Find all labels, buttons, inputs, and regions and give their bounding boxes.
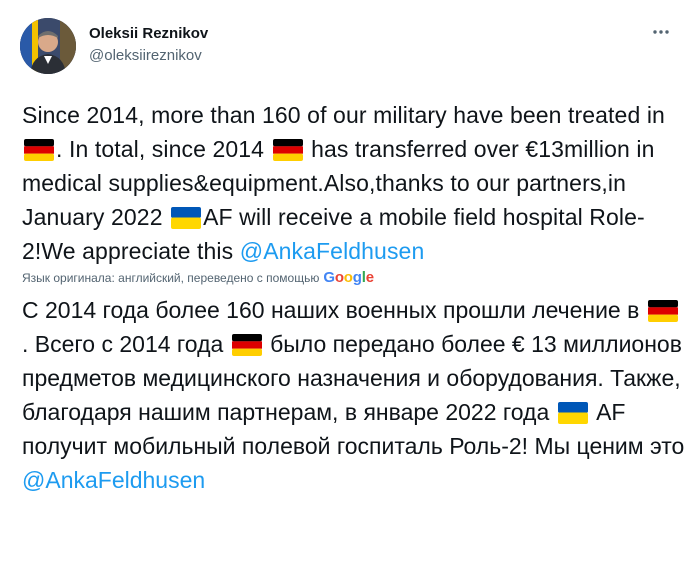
tweet-header: Oleksii Reznikov @oleksiireznikov (18, 18, 673, 76)
tweet-card: Oleksii Reznikov @oleksiireznikov Since … (0, 0, 691, 562)
more-horizontal-icon (653, 30, 669, 34)
tweet-text-part-2: . In total, since 2014 (56, 136, 265, 162)
germany-flag-icon (272, 139, 303, 161)
tweet-text-part-1: Since 2014, more than 160 of our militar… (22, 102, 665, 128)
translation-note-text: Язык оригинала: английский, переведено с… (22, 271, 320, 285)
germany-flag-icon (24, 139, 54, 161)
translated-text: С 2014 года более 160 наших военных прош… (22, 293, 690, 497)
avatar-image (20, 18, 76, 74)
ukraine-flag-icon (171, 207, 202, 229)
more-options-button[interactable] (651, 22, 671, 42)
avatar[interactable] (20, 18, 76, 74)
translated-mention-link[interactable]: @AnkaFeldhusen (22, 467, 205, 493)
germany-flag-icon (647, 300, 678, 322)
tweet-text: Since 2014, more than 160 of our militar… (22, 98, 682, 268)
google-logo[interactable]: Google (323, 269, 374, 287)
germany-flag-icon (231, 334, 262, 356)
translation-note: Язык оригинала: английский, переведено с… (22, 269, 673, 287)
translated-text-part-2: . Всего с 2014 года (22, 331, 224, 357)
author-names: Oleksii Reznikov @oleksiireznikov (89, 18, 208, 66)
mention-link[interactable]: @AnkaFeldhusen (240, 238, 425, 264)
ukraine-flag-icon (557, 402, 588, 424)
author-handle[interactable]: @oleksiireznikov (89, 46, 208, 66)
author-display-name[interactable]: Oleksii Reznikov (89, 24, 208, 44)
translated-text-part-1: С 2014 года более 160 наших военных прош… (22, 297, 640, 323)
